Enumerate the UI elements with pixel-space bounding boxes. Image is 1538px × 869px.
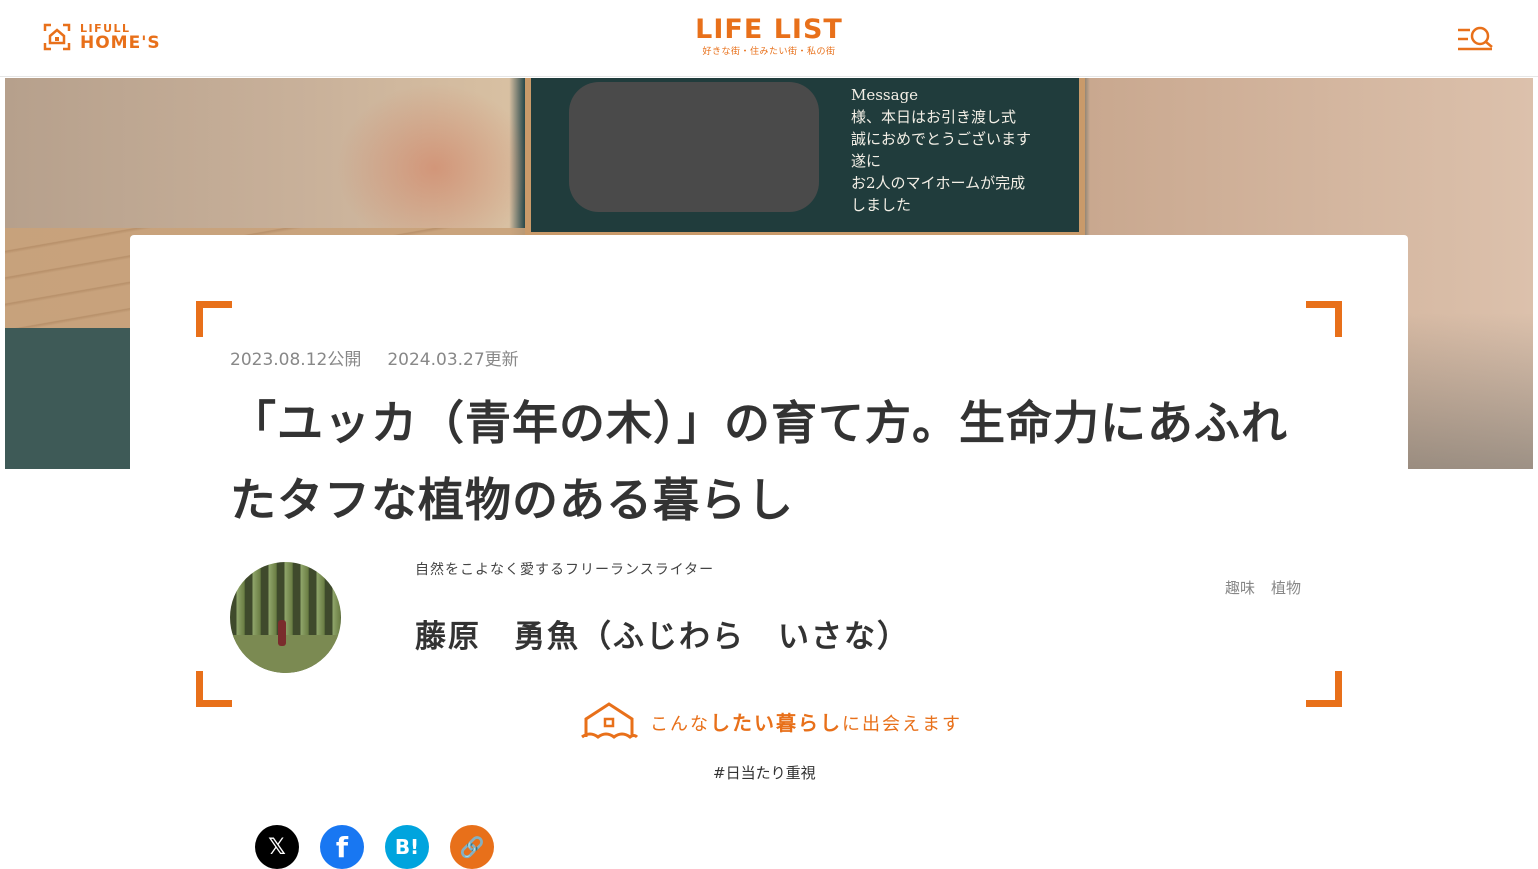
frame-corner: [196, 301, 232, 337]
life-list-logo[interactable]: LIFE LIST 好きな街・住みたい街・私の街: [694, 16, 844, 58]
board-line: 誠におめでとうございます: [851, 130, 1032, 148]
updated-date: 2024.03.27更新: [387, 350, 519, 370]
menu-search-icon: [1458, 26, 1493, 51]
hero-rug: [5, 328, 135, 469]
lifull-homes-logo[interactable]: LIFULL HOME'S: [42, 22, 161, 52]
hero-redaction: [569, 82, 819, 212]
article-dates: 2023.08.12公開 2024.03.27更新: [230, 345, 519, 370]
board-line: 様、本日はお引き渡し式: [851, 108, 1017, 126]
board-line: 遂に: [851, 152, 882, 170]
facebook-icon: f: [335, 830, 349, 864]
share-facebook-button[interactable]: f: [320, 825, 364, 869]
board-line: しました: [851, 196, 912, 214]
hero-message-board: Message 様、本日はお引き渡し式 誠におめでとうございます 遂に お2人の…: [525, 78, 1085, 238]
tag-hobby[interactable]: 趣味: [1225, 577, 1255, 598]
avatar-person: [278, 620, 286, 646]
share-hatena-button[interactable]: B!: [385, 825, 429, 869]
tag-plants[interactable]: 植物: [1271, 577, 1301, 598]
menu-search-button[interactable]: [1456, 24, 1496, 56]
cta-strong: したい暮らし: [710, 710, 842, 735]
brand-main-label: HOME'S: [80, 32, 161, 53]
category-tags: 趣味 植物: [1225, 577, 1301, 598]
author-role: 自然をこよなく愛するフリーランスライター: [415, 562, 715, 578]
share-buttons: 𝕏 f B! 🔗: [255, 825, 494, 869]
site-header: LIFULL HOME'S LIFE LIST 好きな街・住みたい街・私の街: [0, 0, 1538, 77]
author-name[interactable]: 藤原 勇魚（ふじわら いさな）: [415, 611, 910, 656]
logo-title: LIFE LIST: [695, 14, 843, 45]
published-date: 2023.08.12公開: [230, 350, 362, 370]
lifestyle-cta[interactable]: こんなしたい暮らしに出会えます: [580, 701, 962, 741]
house-icon: [581, 702, 638, 739]
frame-corner: [1306, 301, 1342, 337]
cta-suffix: に出会えます: [842, 713, 962, 735]
article-header-card: 2023.08.12公開 2024.03.27更新 「ユッカ（青年の木）」の育て…: [130, 235, 1408, 869]
brand-sub-label: LIFULL: [80, 21, 131, 35]
copy-link-button[interactable]: 🔗: [450, 825, 494, 869]
x-icon: 𝕏: [268, 834, 286, 860]
logo-tagline: 好きな街・住みたい街・私の街: [702, 47, 836, 57]
hero-board-text: Message 様、本日はお引き渡し式 誠におめでとうございます 遂に お2人の…: [851, 84, 1031, 216]
share-x-button[interactable]: 𝕏: [255, 825, 299, 869]
link-icon: 🔗: [459, 835, 485, 859]
frame-corner: [196, 671, 232, 707]
hashtag-link[interactable]: #日当たり重視: [713, 762, 816, 783]
article-title: 「ユッカ（青年の木）」の育て方。生命力にあふれたタフな植物のある暮らし: [230, 396, 1288, 527]
board-line: お2人のマイホームが完成: [851, 174, 1026, 192]
home-icon: [42, 22, 72, 52]
author-avatar[interactable]: [230, 562, 341, 673]
cta-prefix: こんな: [650, 713, 710, 735]
hatena-bookmark-icon: B!: [394, 835, 420, 859]
frame-corner: [1306, 671, 1342, 707]
board-line: Message: [851, 86, 919, 104]
